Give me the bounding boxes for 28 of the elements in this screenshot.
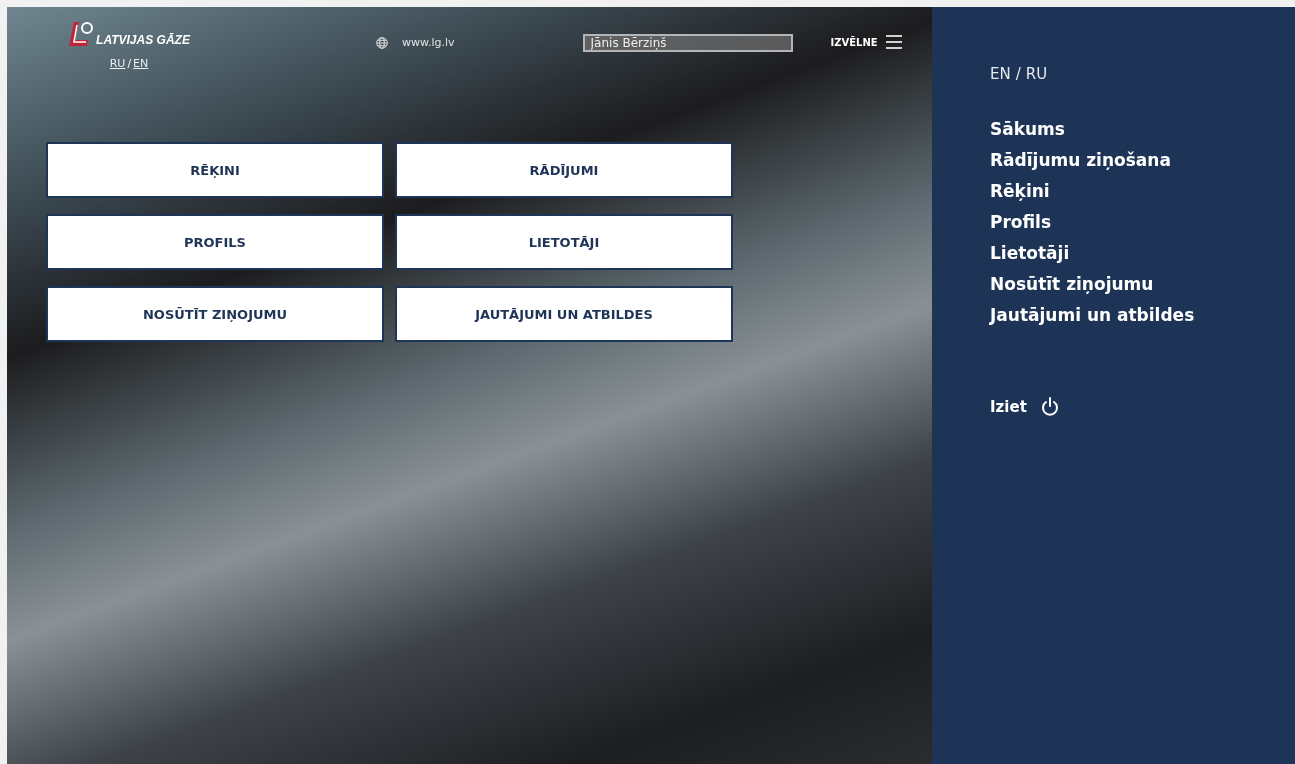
nav-link[interactable]: Rādījumu ziņošana (990, 150, 1171, 170)
language-link[interactable]: RU (1025, 65, 1048, 83)
nav-link[interactable]: Lietotāji (990, 243, 1070, 263)
language-link[interactable]: RU (109, 57, 126, 70)
menu-tile[interactable]: PROFILS (46, 214, 384, 270)
language-separator: / (127, 57, 132, 70)
logo-text: LATVIJAS GĀZE (96, 33, 190, 47)
website-link[interactable]: www.lg.lv (402, 36, 455, 49)
nav-link[interactable]: Profils (990, 212, 1052, 232)
menu-tile[interactable]: RĒĶINI (46, 142, 384, 198)
menu-tile[interactable]: LIETOTĀJI (395, 214, 733, 270)
nav-link[interactable]: Nosūtīt ziņojumu (990, 274, 1154, 294)
menu-icon (885, 35, 902, 49)
power-icon (1040, 397, 1059, 417)
nav-link[interactable]: Jautājumi un atbildes (990, 305, 1195, 325)
logout-button[interactable]: Iziet (990, 397, 1059, 417)
menu-tile[interactable]: RĀDĪJUMI (395, 142, 733, 198)
menu-tile[interactable]: JAUTĀJUMI UN ATBILDES (395, 286, 733, 342)
nav-link[interactable]: Rēķini (990, 181, 1050, 201)
language-link[interactable]: EN (133, 57, 149, 70)
user-name-field[interactable]: Jānis Bērziņš (582, 34, 793, 52)
language-link[interactable]: EN (990, 65, 1011, 83)
globe-icon (376, 36, 388, 49)
nav-link[interactable]: Sākums (990, 119, 1065, 139)
logo-icon (68, 21, 95, 47)
menu-tile[interactable]: NOSŪTĪT ZIŅOJUMU (46, 286, 384, 342)
language-separator: / (1015, 65, 1021, 83)
menu-button[interactable]: IZVĒLNE (828, 33, 904, 51)
